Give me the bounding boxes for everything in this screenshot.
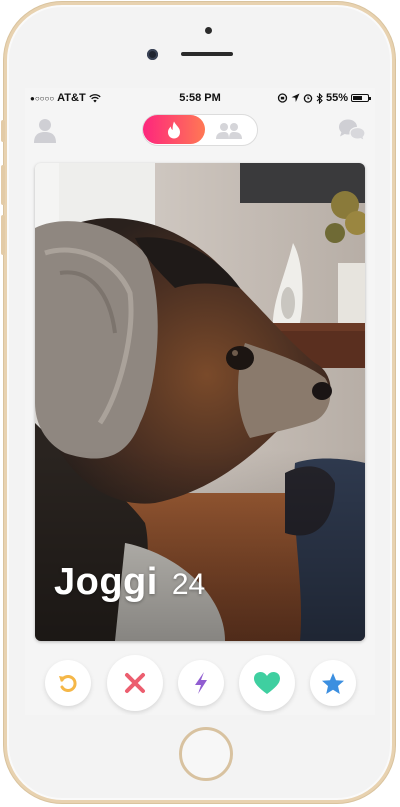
- profile-name-row: Joggi 24: [54, 561, 205, 604]
- like-icon: [254, 672, 280, 694]
- status-bar: ●○○○○ AT&T 5:58 PM 55%: [25, 88, 375, 110]
- volume-down-button: [1, 215, 5, 255]
- sensor-dot: [205, 27, 212, 34]
- bluetooth-icon: [316, 92, 323, 104]
- location-icon: [291, 93, 300, 102]
- app-header: [25, 110, 375, 152]
- super-like-button[interactable]: [310, 660, 356, 706]
- mode-toggle[interactable]: [142, 114, 258, 146]
- toggle-discover[interactable]: [143, 115, 205, 144]
- mute-switch: [1, 120, 5, 142]
- like-button[interactable]: [239, 655, 295, 711]
- alarm-icon: [303, 94, 313, 103]
- profile-icon[interactable]: [33, 116, 57, 144]
- profile-name: Joggi: [54, 561, 158, 603]
- chat-icon[interactable]: [337, 118, 367, 142]
- rotation-lock-icon: [277, 93, 288, 103]
- earpiece-speaker: [181, 52, 233, 56]
- flame-icon: [168, 121, 180, 138]
- front-camera: [147, 49, 158, 60]
- nope-icon: [125, 673, 145, 693]
- home-button[interactable]: [179, 727, 233, 781]
- super-like-icon: [322, 672, 344, 694]
- nope-button[interactable]: [107, 655, 163, 711]
- rewind-icon: [59, 675, 77, 692]
- boost-icon: [195, 672, 207, 694]
- boost-button[interactable]: [178, 660, 224, 706]
- action-bar: [25, 653, 375, 713]
- profile-age: 24: [171, 568, 206, 601]
- battery-icon: [351, 94, 371, 102]
- group-icon[interactable]: [215, 120, 243, 140]
- app-screen: ●○○○○ AT&T 5:58 PM 55% Joggi 24: [25, 88, 375, 715]
- profile-card[interactable]: Joggi 24: [35, 163, 365, 641]
- volume-up-button: [1, 165, 5, 205]
- rewind-button[interactable]: [45, 660, 91, 706]
- battery-percent: 55%: [325, 92, 348, 104]
